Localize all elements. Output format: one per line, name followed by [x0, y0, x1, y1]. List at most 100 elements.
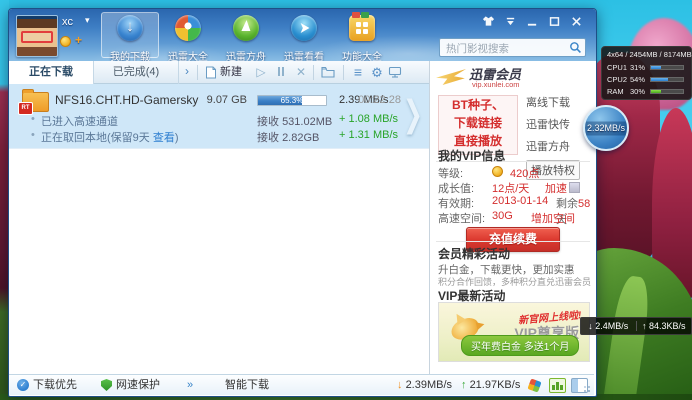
- ram-meter: RAM 30%: [607, 85, 686, 97]
- vip-expire-value: 2013-01-14: [492, 195, 548, 207]
- check-circle-icon: ✓: [17, 379, 29, 391]
- highspeed-status: 已进入高速通道: [41, 113, 118, 129]
- vip-banner[interactable]: 新官网上线啦! VIP尊享版 买年费白金 多送1个月: [438, 302, 590, 362]
- shield-icon: [101, 379, 112, 391]
- task-row[interactable]: RT NFS16.CHT.HD-Gamersky 9.07 GB 65.3% 2…: [9, 84, 429, 149]
- pinwheel-icon[interactable]: [527, 378, 541, 392]
- maximize-icon[interactable]: [547, 14, 562, 28]
- download-priority-label: 下载优先: [33, 375, 77, 395]
- down-arrow-icon: ↓: [588, 321, 593, 331]
- cpu2-meter: CPU2 54%: [607, 73, 686, 85]
- nav-tab-xunlei-daquan[interactable]: 迅雷大全: [159, 12, 217, 58]
- pause-task-icon[interactable]: [273, 61, 289, 84]
- up-arrow-icon: ↑: [461, 379, 467, 391]
- close-icon[interactable]: [569, 14, 584, 28]
- link-fangzhou[interactable]: 迅雷方舟: [526, 138, 580, 154]
- promo-line: BT种子、: [439, 96, 517, 114]
- task-time-left: 00:22:28: [358, 94, 401, 106]
- add-space-link[interactable]: 增加空间: [531, 213, 575, 225]
- offline-status: 正在取回本地(保留9天 查看): [41, 129, 179, 145]
- gongneng-daquan-icon: [349, 15, 375, 41]
- status-bar: ✓ 下载优先 网速保护 » 智能下载 ↓ 2.39MB/s ↑ 21.97KB/…: [9, 374, 594, 395]
- minimize-icon[interactable]: [525, 14, 540, 28]
- network-speed-widget: ↓ 2.4MB/s ↑ 84.3KB/s: [580, 317, 692, 335]
- cpu2-bar: [650, 77, 684, 82]
- search-input[interactable]: [444, 40, 568, 57]
- nav-tab-my-downloads[interactable]: ↓ 我的下载: [101, 12, 159, 58]
- tab-more-icon[interactable]: ›: [185, 61, 189, 84]
- skin-icon[interactable]: [481, 14, 496, 28]
- start-task-icon[interactable]: ▷: [253, 61, 269, 84]
- search-icon[interactable]: [569, 41, 582, 54]
- speedup-link[interactable]: 加速: [545, 183, 567, 195]
- speed-chart-icon[interactable]: [549, 378, 566, 393]
- nav-tab-gongneng-daquan[interactable]: 功能大全: [333, 12, 391, 58]
- layout-panel-icon[interactable]: [571, 378, 588, 393]
- settings-gear-icon[interactable]: ⚙: [369, 61, 385, 84]
- download-list: RT NFS16.CHT.HD-Gamersky 9.07 GB 65.3% 2…: [9, 84, 429, 374]
- window-header: xc ▾ + ↓ 我的下载 迅雷大全 迅雷方舟 迅雷看: [9, 9, 596, 61]
- speed-protection-toggle[interactable]: 网速保护: [101, 375, 160, 395]
- divider: [436, 241, 590, 242]
- offline-speed: + 1.31 MB/s: [339, 129, 398, 141]
- toolbar-separator: [343, 65, 344, 80]
- task-size: 9.07 GB: [187, 94, 247, 106]
- toolbar-separator: [197, 65, 198, 80]
- vip-space-row: 高速空间: 30G 增加空间: [438, 210, 593, 224]
- vip-growth-row: 成长值: 12点/天 加速: [438, 180, 593, 194]
- total-download-speed: ↓ 2.39MB/s: [397, 375, 452, 395]
- view-list-icon[interactable]: ≡: [350, 61, 366, 84]
- offline-received: 接收 2.82GB: [257, 129, 319, 145]
- resize-grip[interactable]: [588, 390, 590, 392]
- window-controls: [481, 14, 584, 28]
- my-downloads-icon: ↓: [117, 15, 143, 41]
- xunlei-kankan-icon: [291, 15, 317, 41]
- nav-tab-xunlei-fangzhou[interactable]: 迅雷方舟: [217, 12, 275, 58]
- view-link[interactable]: 查看: [153, 132, 175, 144]
- net-up: ↑ 84.3KB/s: [636, 321, 692, 331]
- floating-speed-bubble[interactable]: 2.32MB/s: [583, 105, 629, 151]
- task-folder-icon: RT: [22, 92, 49, 112]
- vip-level-value: 420点: [510, 165, 539, 181]
- vip-expire-row: 有效期: 2013-01-14 剩余58 天: [438, 195, 593, 209]
- speed-protection-label: 网速保护: [116, 375, 160, 395]
- username[interactable]: xc: [62, 16, 73, 28]
- tab-finished[interactable]: 已完成(4): [94, 61, 179, 84]
- link-kuaichuan[interactable]: 迅雷快传: [526, 116, 580, 132]
- nav-tab-xunlei-kankan[interactable]: 迅雷看看: [275, 12, 333, 58]
- vip-info-title: 我的VIP信息: [438, 147, 505, 164]
- main-nav: ↓ 我的下载 迅雷大全 迅雷方舟 迅雷看看 功能大全: [101, 12, 391, 58]
- smart-download-button[interactable]: 智能下载: [225, 375, 269, 395]
- delete-task-icon[interactable]: ✕: [293, 61, 309, 84]
- vip-site-url[interactable]: vip.xunlei.com: [472, 80, 520, 89]
- vip-space-value: 30G: [492, 210, 513, 222]
- tab-bar: 正在下载 已完成(4) › 新建 ▷ ✕ ≡ ⚙: [9, 61, 429, 84]
- tab-downloading[interactable]: 正在下载: [9, 61, 94, 84]
- coin-icon[interactable]: [60, 36, 71, 47]
- bullet-icon: •: [31, 113, 35, 125]
- new-task-label: 新建: [220, 61, 242, 84]
- avatar[interactable]: [16, 15, 58, 57]
- task-subrow-offline: • 正在取回本地(保留9天 查看) 接收 2.82GB + 1.31 MB/s: [9, 129, 429, 145]
- system-monitor-title: 4x64 / 2454MB / 8174MB: [607, 50, 686, 59]
- banner-carousel-dots: [430, 366, 596, 374]
- link-offline-download[interactable]: 离线下载: [526, 94, 580, 110]
- highspeed-speed: + 1.08 MB/s: [339, 113, 398, 125]
- net-down: ↓ 2.4MB/s: [581, 321, 636, 331]
- avatar-glasses: [21, 31, 53, 43]
- new-task-button[interactable]: 新建: [205, 61, 242, 84]
- speedup-icon[interactable]: [569, 182, 580, 193]
- coin-plus-icon[interactable]: +: [75, 33, 82, 47]
- vip-promo-box[interactable]: BT种子、 下载链接 直接播放: [438, 95, 518, 155]
- statusbar-expand-icon[interactable]: »: [187, 375, 193, 395]
- xunlei-daquan-icon: [175, 15, 201, 41]
- task-expand-icon[interactable]: ❯: [403, 93, 423, 137]
- system-monitor-widget: 4x64 / 2454MB / 8174MB CPU1 31% CPU2 54%…: [601, 46, 692, 100]
- user-dropdown-icon[interactable]: ▾: [85, 15, 90, 26]
- xunlei-fangzhou-icon: [233, 15, 259, 41]
- download-priority-toggle[interactable]: ✓ 下载优先: [17, 375, 77, 395]
- search-box: [439, 38, 586, 57]
- banner-buy-button[interactable]: 买年费白金 多送1个月: [461, 335, 579, 356]
- menu-dropdown-icon[interactable]: [503, 14, 518, 28]
- task-name: NFS16.CHT.HD-Gamersky: [55, 93, 198, 107]
